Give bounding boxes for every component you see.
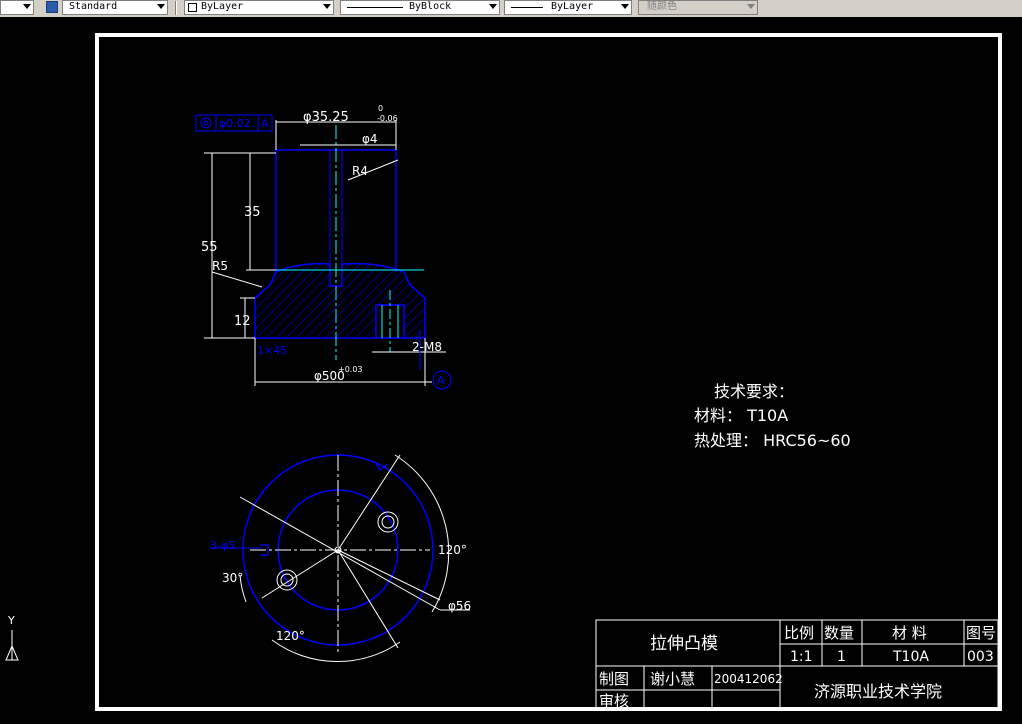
part-name: 拉伸凸模: [650, 634, 718, 654]
drawn-by-name: 谢小慧: [650, 670, 695, 688]
lineweight-preview: [511, 7, 543, 8]
ucs-y-label: Y: [7, 614, 15, 627]
color-dropdown[interactable]: ByLayer: [184, 0, 334, 15]
plot-style-value: 随颜色: [647, 1, 677, 12]
dim-top-tol-down: -0.06: [377, 114, 398, 123]
dim-angle-120-bottom: 120°: [276, 629, 305, 643]
chevron-down-icon: [157, 4, 165, 9]
tech-req-heat: 热处理： HRC56~60: [694, 431, 851, 450]
ucs-icon: [5, 630, 19, 661]
tech-requirements: 技术要求： 材料： T10A 热处理： HRC56~60: [694, 382, 851, 450]
lineweight-dropdown[interactable]: ByLayer: [504, 0, 632, 15]
dim-holes: 3-φ5: [210, 539, 235, 552]
lineweight-value: ByLayer: [551, 1, 594, 12]
plot-style-dropdown[interactable]: 随颜色: [638, 0, 758, 15]
value-drawing-no: 003: [967, 649, 994, 665]
dim-height-35: 35: [244, 205, 261, 220]
chevron-down-icon: [489, 4, 497, 9]
dim-angle-120-right: 120°: [438, 543, 467, 557]
chevron-down-icon: [621, 4, 629, 9]
drawing-frame: [95, 33, 1002, 711]
dim-top-diameter: φ35.25: [303, 110, 349, 125]
checked-by-label: 审核: [599, 692, 629, 710]
text-style-value: Standard: [69, 1, 118, 12]
chevron-down-icon: [323, 4, 331, 9]
dim-radius-r5: R5: [212, 259, 228, 273]
dim-height-12: 12: [234, 314, 251, 329]
header-qty: 数量: [824, 624, 854, 642]
color-value: ByLayer: [201, 1, 244, 12]
concentricity-icon: [200, 117, 212, 129]
color-swatch-icon: [188, 3, 197, 12]
value-qty: 1: [837, 649, 846, 665]
dim-chamfer: 1×45: [257, 344, 287, 357]
toolbar-separator: [175, 1, 177, 15]
properties-toolbar: Standard ByLayer ByBlock ByLayer 随颜色: [0, 0, 1022, 18]
chevron-down-icon: [747, 4, 755, 9]
text-style-dropdown[interactable]: Standard: [62, 0, 168, 15]
section-hatch: [254, 262, 426, 339]
school-name: 济源职业技术学院: [814, 682, 942, 701]
dim-angle-30: 30°: [222, 571, 243, 585]
dim-thread: 2-M8: [412, 340, 442, 354]
dim-diameter-56: φ56: [448, 599, 471, 613]
student-id: 200412062: [714, 672, 783, 686]
datum-label: A: [437, 374, 445, 387]
dim-pin-diameter: φ4: [362, 132, 378, 146]
dim-height-55: 55: [201, 240, 218, 255]
hole-circle: [377, 511, 399, 533]
dim-top-tol-up: 0: [378, 104, 383, 113]
dim-radius-r4: R4: [352, 164, 368, 178]
linetype-value: ByBlock: [409, 1, 452, 12]
text-style-icon[interactable]: [46, 1, 58, 13]
drawing-canvas[interactable]: φ35.25 0 -0.06 φ4 R4 35 55 R5 12 2-M8 φ5…: [0, 17, 1022, 724]
value-material: T10A: [892, 649, 929, 665]
header-material: 材 料: [892, 624, 927, 642]
header-drawing-no: 图号: [966, 624, 996, 642]
drawn-by-label: 制图: [599, 670, 629, 688]
drawing-svg: φ35.25 0 -0.06 φ4 R4 35 55 R5 12 2-M8 φ5…: [5, 33, 1002, 711]
front-view: φ35.25 0 -0.06 φ4 R4 35 55 R5 12 2-M8 φ5…: [195, 104, 452, 390]
left-edge-dropdown[interactable]: [0, 0, 34, 15]
header-scale: 比例: [784, 624, 814, 642]
top-view: 3-φ5 30° 120° 120° φ56: [210, 454, 471, 663]
tech-req-title: 技术要求：: [714, 382, 794, 401]
chevron-down-icon: [23, 4, 31, 9]
fcf-datum: A: [261, 117, 269, 130]
fcf-tolerance: φ0.02: [219, 117, 251, 130]
tech-req-material: 材料： T10A: [694, 406, 788, 425]
value-scale: 1:1: [790, 649, 813, 665]
linetype-preview: [347, 7, 403, 8]
dim-base-tol: +0.03: [338, 365, 363, 374]
linetype-dropdown[interactable]: ByBlock: [340, 0, 500, 15]
